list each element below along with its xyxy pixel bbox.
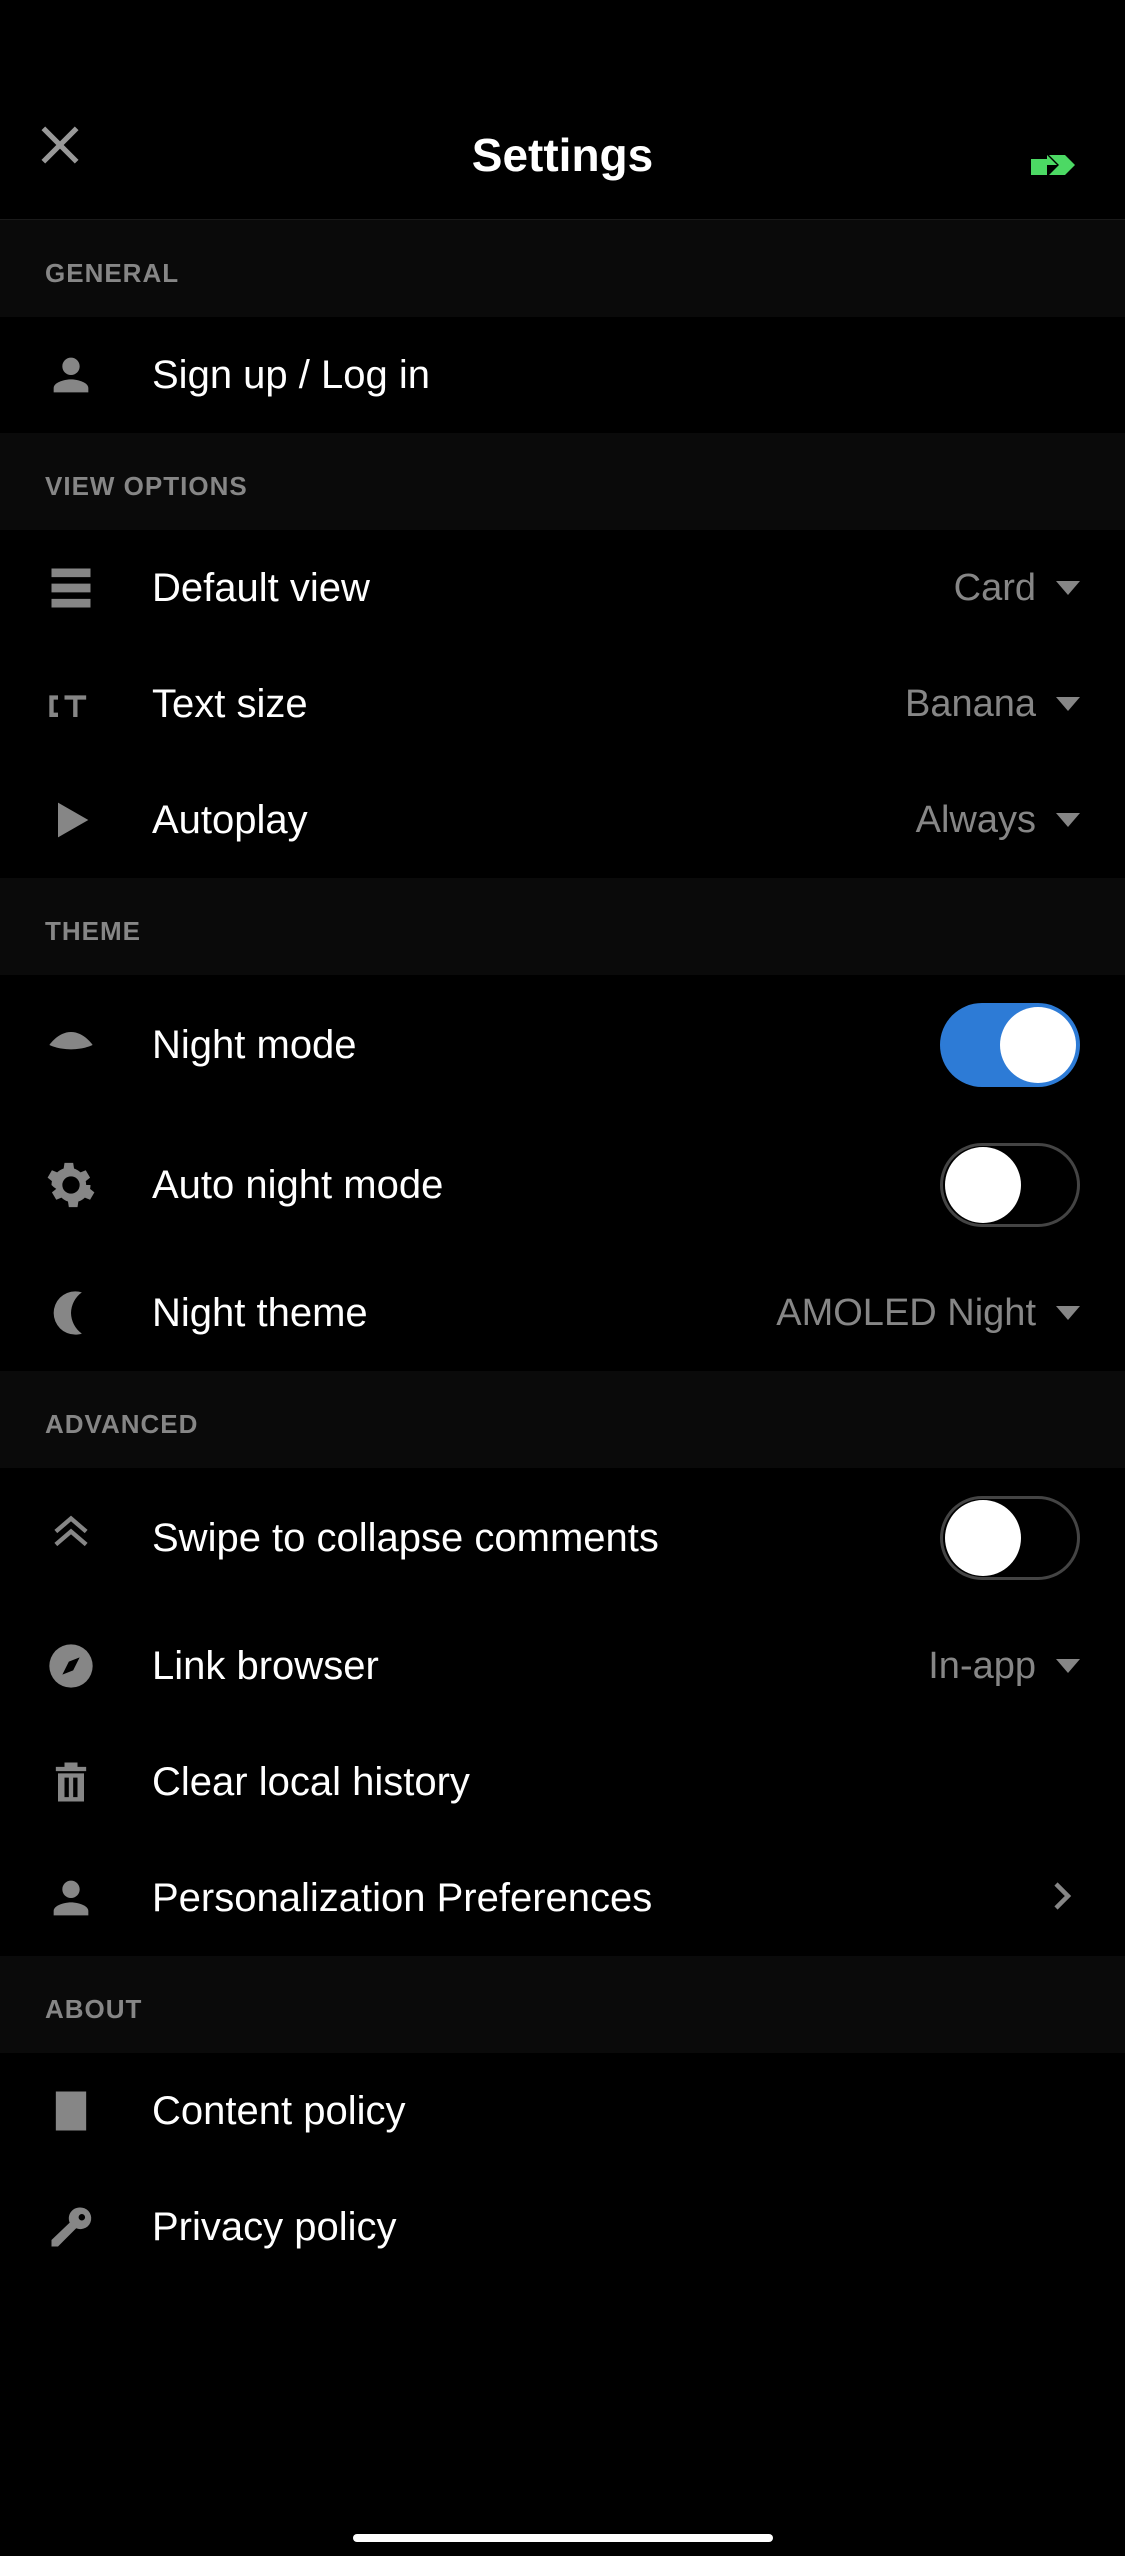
row-value: Banana bbox=[905, 683, 1036, 726]
row-autoplay[interactable]: Autoplay Always bbox=[0, 762, 1125, 878]
auto-night-mode-toggle[interactable] bbox=[940, 1143, 1080, 1227]
settings-content: GENERAL Sign up / Log in VIEW OPTIONS De… bbox=[0, 220, 1125, 2285]
text-size-icon bbox=[45, 678, 97, 730]
close-icon bbox=[35, 120, 85, 170]
document-icon bbox=[45, 2085, 97, 2137]
row-personalization[interactable]: Personalization Preferences bbox=[0, 1840, 1125, 1956]
card-view-icon bbox=[45, 562, 97, 614]
row-label: Night mode bbox=[152, 1023, 940, 1068]
caret-down-icon bbox=[1056, 697, 1080, 711]
collapse-up-icon bbox=[45, 1512, 97, 1564]
section-header-theme: THEME bbox=[0, 878, 1125, 975]
row-night-mode[interactable]: Night mode bbox=[0, 975, 1125, 1115]
row-content-policy[interactable]: Content policy bbox=[0, 2053, 1125, 2169]
swipe-collapse-toggle[interactable] bbox=[940, 1496, 1080, 1580]
row-default-view[interactable]: Default view Card bbox=[0, 530, 1125, 646]
row-label: Default view bbox=[152, 566, 954, 611]
caret-down-icon bbox=[1056, 1659, 1080, 1673]
row-label: Text size bbox=[152, 682, 905, 727]
trash-icon bbox=[45, 1756, 97, 1808]
person-icon bbox=[45, 349, 97, 401]
home-indicator[interactable] bbox=[353, 2534, 773, 2542]
moon-icon bbox=[45, 1287, 97, 1339]
eye-icon bbox=[45, 1019, 97, 1071]
row-label: Clear local history bbox=[152, 1760, 1080, 1805]
row-label: Autoplay bbox=[152, 798, 916, 843]
row-label: Personalization Preferences bbox=[152, 1876, 1044, 1921]
row-text-size[interactable]: Text size Banana bbox=[0, 646, 1125, 762]
caret-down-icon bbox=[1056, 813, 1080, 827]
row-label: Sign up / Log in bbox=[152, 353, 1080, 398]
section-header-about: ABOUT bbox=[0, 1956, 1125, 2053]
row-swipe-collapse[interactable]: Swipe to collapse comments bbox=[0, 1468, 1125, 1608]
row-label: Auto night mode bbox=[152, 1163, 940, 1208]
row-auto-night-mode[interactable]: Auto night mode bbox=[0, 1115, 1125, 1255]
play-icon bbox=[45, 794, 97, 846]
section-header-view-options: VIEW OPTIONS bbox=[0, 433, 1125, 530]
section-header-advanced: ADVANCED bbox=[0, 1371, 1125, 1468]
row-label: Night theme bbox=[152, 1291, 776, 1336]
row-link-browser[interactable]: Link browser In-app bbox=[0, 1608, 1125, 1724]
section-header-general: GENERAL bbox=[0, 220, 1125, 317]
key-icon bbox=[45, 2201, 97, 2253]
row-signup-login[interactable]: Sign up / Log in bbox=[0, 317, 1125, 433]
compass-icon bbox=[45, 1640, 97, 1692]
row-clear-history[interactable]: Clear local history bbox=[0, 1724, 1125, 1840]
person-icon bbox=[45, 1872, 97, 1924]
caret-down-icon bbox=[1056, 581, 1080, 595]
row-label: Content policy bbox=[152, 2089, 1080, 2134]
night-mode-toggle[interactable] bbox=[940, 1003, 1080, 1087]
toggle-thumb bbox=[945, 1500, 1021, 1576]
page-title: Settings bbox=[472, 128, 653, 182]
row-privacy-policy[interactable]: Privacy policy bbox=[0, 2169, 1125, 2285]
row-label: Link browser bbox=[152, 1644, 928, 1689]
row-value: Card bbox=[954, 567, 1036, 610]
toggle-thumb bbox=[945, 1147, 1021, 1223]
row-label: Privacy policy bbox=[152, 2205, 1080, 2250]
row-value: Always bbox=[916, 799, 1036, 842]
row-value: In-app bbox=[928, 1645, 1036, 1688]
row-label: Swipe to collapse comments bbox=[152, 1516, 940, 1561]
row-night-theme[interactable]: Night theme AMOLED Night bbox=[0, 1255, 1125, 1371]
chevron-right-icon bbox=[1044, 1878, 1080, 1919]
header: Settings bbox=[0, 120, 1125, 220]
gear-icon bbox=[45, 1159, 97, 1211]
toggle-thumb bbox=[1000, 1007, 1076, 1083]
close-button[interactable] bbox=[35, 120, 85, 170]
caret-down-icon bbox=[1056, 1306, 1080, 1320]
row-value: AMOLED Night bbox=[776, 1292, 1036, 1335]
